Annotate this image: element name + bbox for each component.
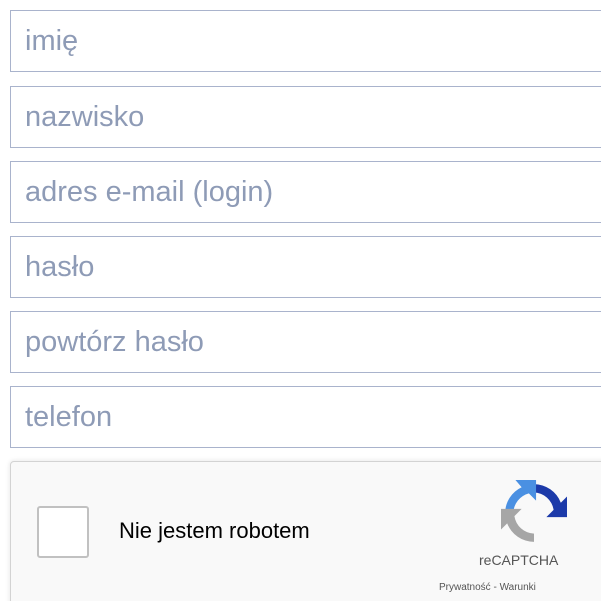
registration-form: Nie jestem robotem reCAPTCHA Prywatność … [0, 0, 601, 601]
first-name-input[interactable] [10, 10, 601, 72]
recaptcha-checkbox[interactable] [37, 506, 89, 558]
recaptcha-brand: reCAPTCHA [479, 552, 559, 568]
repeat-password-input[interactable] [10, 311, 601, 373]
recaptcha-widget: Nie jestem robotem reCAPTCHA Prywatność … [10, 461, 601, 601]
terms-link[interactable]: Warunki [500, 582, 536, 593]
last-name-input[interactable] [10, 86, 601, 148]
links-separator: - [490, 582, 500, 593]
recaptcha-label: Nie jestem robotem [119, 518, 310, 543]
email-login-input[interactable] [10, 161, 601, 223]
recaptcha-links: Prywatność - Warunki [439, 582, 536, 593]
phone-input[interactable] [10, 386, 601, 448]
recaptcha-logo-icon [501, 480, 567, 542]
password-input[interactable] [10, 236, 601, 298]
privacy-link[interactable]: Prywatność [439, 582, 491, 593]
